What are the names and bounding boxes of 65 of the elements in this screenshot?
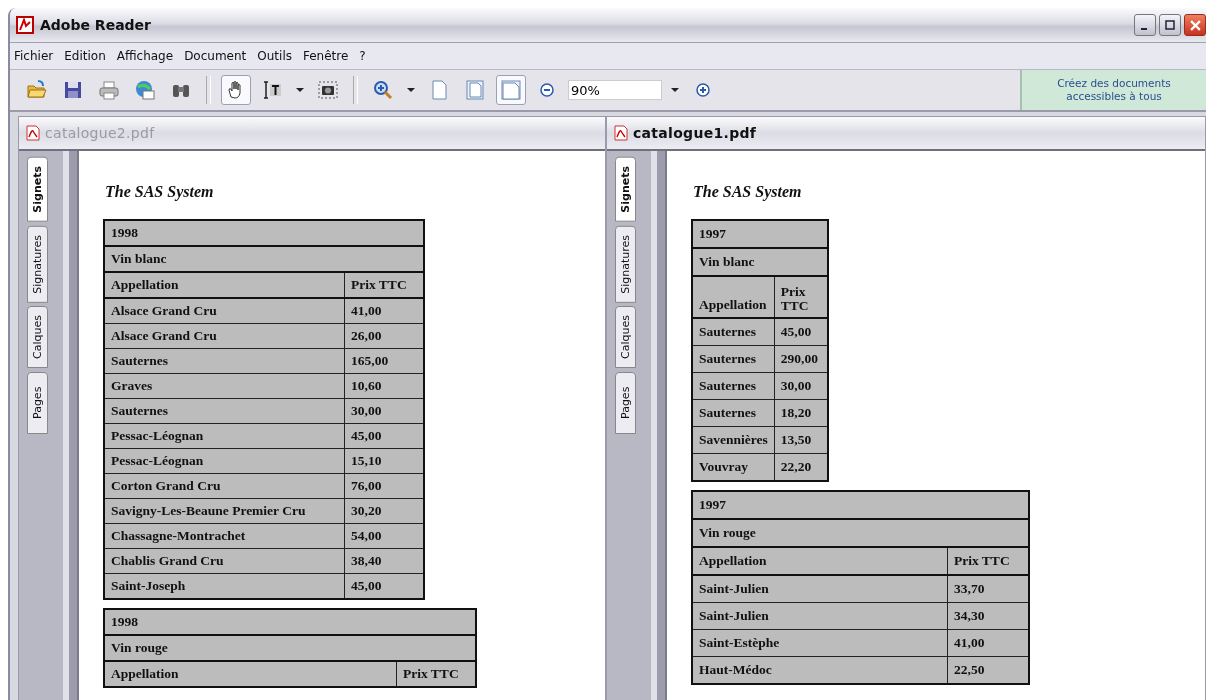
caret-icon [296,88,304,92]
caret-icon [671,88,679,92]
table-cell: Appellation [104,661,397,687]
table-cell: Corton Grand Cru [104,473,345,499]
menu-item[interactable]: Fenêtre [299,47,356,65]
fit-page-icon [464,79,486,101]
side-tab[interactable]: Pages [27,372,48,435]
text-cursor-icon [261,79,283,101]
table-cell: Chablis Grand Cru [104,548,345,574]
table-cell: Pessac-Léognan [104,448,345,474]
menu-item[interactable]: ? [355,47,373,65]
pdf-file-icon [613,125,629,141]
table-cell: Appellation [692,547,948,575]
table-cell: Chassagne-Montrachet [104,523,345,549]
table-cell: Appellation [104,272,345,298]
page-heading: The SAS System [693,183,803,201]
table-cell: Saint-Estèphe [692,629,948,657]
side-tab[interactable]: Signatures [27,225,48,303]
table-cell: Sauternes [692,399,775,427]
window-title: Adobe Reader [40,17,151,33]
folder-icon [26,79,48,101]
table-cell: Saint-Julien [692,575,948,603]
page-heading: The SAS System [105,183,215,201]
table-cell: Alsace Grand Cru [104,298,345,324]
caret-icon [407,88,415,92]
close-button[interactable] [1184,14,1206,36]
minimize-button[interactable] [1134,14,1156,36]
table-cell: Sauternes [692,372,775,400]
app-logo-icon [16,16,34,34]
pdf-file-icon [25,125,41,141]
menu-item[interactable]: Fichier [10,47,61,65]
table-cell: Savigny-Les-Beaune Premier Cru [104,498,345,524]
side-tab[interactable]: Signets [615,157,636,222]
side-tab[interactable]: Signatures [615,225,636,303]
table-cell: Savennières [692,426,775,454]
side-tab[interactable]: Signets [27,157,48,222]
document-title: catalogue2.pdf [45,125,155,141]
side-tab[interactable]: Pages [615,372,636,435]
maximize-icon [1165,20,1175,30]
table-cell: Sauternes [104,348,345,374]
table-cell: Sauternes [692,345,775,373]
menu-item[interactable]: Edition [60,47,113,65]
side-tab[interactable]: Calques [615,306,636,369]
zoom-field[interactable]: 90% [568,80,662,100]
menu-item[interactable]: Outils [253,47,299,65]
menu-item[interactable]: Affichage [112,47,181,65]
minimize-icon [1141,28,1147,30]
table-cell: Alsace Grand Cru [104,323,345,349]
table-cell: Pessac-Léognan [104,423,345,449]
close-icon [1189,19,1201,31]
table-cell: Sauternes [692,318,775,346]
table-cell: Graves [104,373,345,399]
promo-banner[interactable]: Créez des documents accessibles à tous [1020,70,1206,110]
fit-width-icon [500,79,522,101]
table-cell: Saint-Julien [692,602,948,630]
globe-envelope-icon [134,79,156,101]
document-title: catalogue1.pdf [633,125,757,141]
table-cell: Sauternes [104,398,345,424]
table-cell: Appellation [692,276,775,318]
menu-item[interactable]: Document [180,47,254,65]
camera-icon [317,79,339,101]
printer-icon [98,79,120,101]
maximize-button[interactable] [1159,14,1181,36]
zoom-in-icon [372,79,394,101]
side-tab[interactable]: Calques [27,306,48,369]
